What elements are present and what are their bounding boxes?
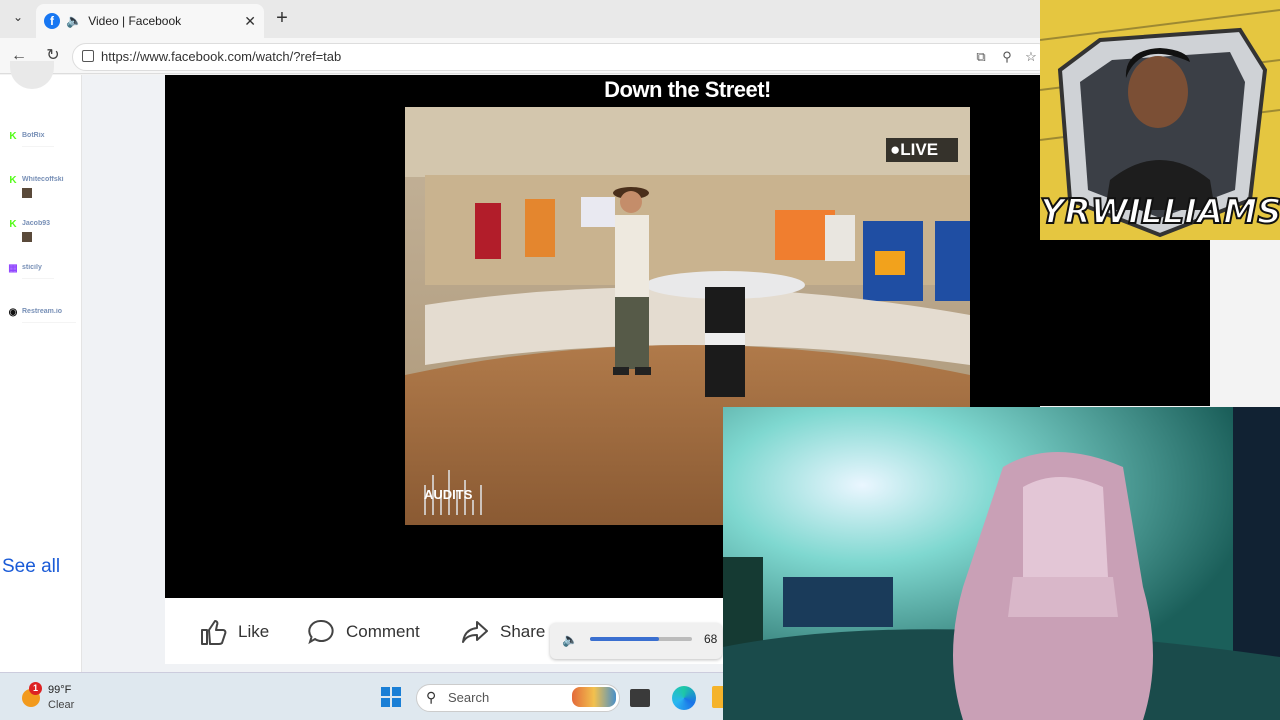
task-view-icon[interactable] xyxy=(630,689,650,707)
weather-temperature[interactable]: 99°F xyxy=(48,684,71,696)
search-highlight-icon[interactable] xyxy=(572,687,616,707)
favorite-star-icon[interactable]: ☆ xyxy=(1022,48,1040,66)
channel-message-blurred: ················ xyxy=(22,276,54,282)
comment-label: Comment xyxy=(346,622,420,641)
channel-name: Restream.io xyxy=(22,308,63,315)
restream-icon: ◉ xyxy=(8,307,18,318)
zoom-icon[interactable]: ⚲ xyxy=(998,48,1016,66)
notification-badge: 1 xyxy=(29,682,42,695)
video-overlay-text: AUDITS xyxy=(424,487,473,502)
open-in-app-icon[interactable]: ⧉ xyxy=(972,48,990,66)
windows-start-icon[interactable] xyxy=(381,687,401,707)
thumbs-up-icon xyxy=(201,620,227,645)
share-button[interactable]: Share xyxy=(460,616,545,648)
share-arrow-icon xyxy=(462,621,488,643)
video-letterbox-right xyxy=(1040,240,1210,406)
live-badge: ●LIVE xyxy=(886,138,958,162)
volume-speaker-icon[interactable]: 🔈 xyxy=(562,632,578,648)
tab-title: Video | Facebook xyxy=(88,14,182,28)
kick-icon: K xyxy=(9,131,17,142)
file-explorer-icon[interactable] xyxy=(712,686,723,708)
browser-tab[interactable]: f 🔈 Video | Facebook ✕ xyxy=(36,4,264,38)
like-button[interactable]: Like xyxy=(198,616,269,648)
channel-name: Jacob93 xyxy=(22,220,51,227)
channel-name: sticily xyxy=(22,264,42,271)
page-edge xyxy=(1210,240,1280,406)
close-tab-icon[interactable]: ✕ xyxy=(244,13,256,30)
sidebar-item-whitecoffski[interactable]: K Whitecoffski xyxy=(8,176,158,216)
weather-condition[interactable]: Clear xyxy=(48,699,74,711)
channel-name: Whitecoffski xyxy=(22,176,64,183)
site-info-icon[interactable] xyxy=(82,50,94,62)
search-icon: ⚲ xyxy=(426,689,437,705)
volume-value: 68 xyxy=(704,632,718,646)
tab-list-chevron-icon[interactable]: ⌄ xyxy=(8,10,28,28)
comment-bubble-icon xyxy=(308,619,334,645)
channel-message-blurred: ··························· xyxy=(22,320,76,326)
sidebar-item-restream[interactable]: ◉ Restream.io ··························… xyxy=(8,308,158,348)
channel-message-blurred: ················ xyxy=(22,144,54,150)
video-caption: Down the Street! xyxy=(405,75,970,107)
taskbar-search-label: Search xyxy=(448,690,490,705)
webcam-feed xyxy=(723,407,1280,720)
volume-slider-fill[interactable] xyxy=(590,637,660,641)
like-label: Like xyxy=(238,622,270,641)
channel-thumbnail xyxy=(22,232,32,242)
sidebar-item-sticily[interactable]: ▦ sticily ················ xyxy=(8,264,158,304)
channel-thumbnail xyxy=(22,188,32,198)
webcam-image xyxy=(723,407,1280,720)
live-label: LIVE xyxy=(900,140,939,159)
sidebar-item-botrix[interactable]: K BotRix ················ xyxy=(8,132,158,172)
comment-button[interactable]: Comment xyxy=(306,616,420,648)
address-bar[interactable]: https://www.facebook.com/watch/?ref=tab xyxy=(72,43,1052,71)
twitch-icon: ▦ xyxy=(8,263,18,274)
facebook-icon: f xyxy=(44,13,60,29)
share-label: Share xyxy=(500,622,546,641)
edge-browser-icon[interactable] xyxy=(672,686,696,710)
channel-name: BotRix xyxy=(22,132,45,139)
sidebar-item-jacob93[interactable]: K Jacob93 xyxy=(8,220,158,260)
speaker-icon[interactable]: 🔈 xyxy=(66,13,82,29)
kick-icon: K xyxy=(9,175,17,186)
new-tab-button[interactable]: + xyxy=(272,7,292,29)
kick-icon: K xyxy=(9,219,17,230)
see-all-link[interactable]: See all xyxy=(2,556,60,578)
streamer-name-logo: YRWILLIAMS xyxy=(1039,191,1280,233)
